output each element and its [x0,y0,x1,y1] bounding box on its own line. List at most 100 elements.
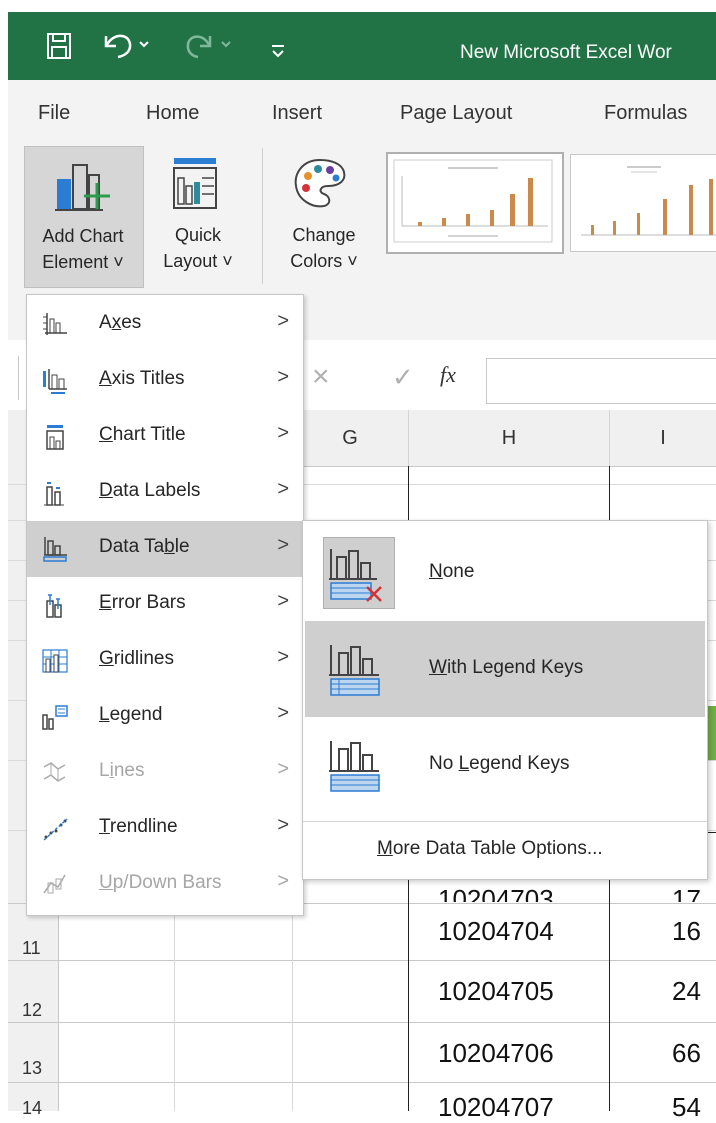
data-table-option-with-legend-keys[interactable]: With Legend Keys [305,621,705,717]
menu-item-error-bars[interactable]: Error Bars > [27,577,303,633]
change-colors-label-line1: Change [292,225,356,245]
name-box-edge [18,356,23,400]
save-icon[interactable] [46,32,72,68]
data-table-submenu: None With Legend Keys No Legend Keys Mor… [302,520,708,880]
menu-item-gridlines[interactable]: Gridlines > [27,633,303,689]
menu-item-axes[interactable]: Axes > [27,297,303,353]
menu-item-axis-titles[interactable]: Axis Titles > [27,353,303,409]
menu-item-trendline-label: Trendline [99,816,178,837]
data-table-icon [43,537,67,562]
cell-i13[interactable]: 66 [672,1038,701,1069]
menu-item-chart-title-label: Chart Title [99,424,186,445]
chevron-right-icon: > [277,478,289,500]
tab-file[interactable]: File [38,102,70,125]
add-chart-element-label-line2: Element ˅ [42,252,124,272]
menu-item-trendline[interactable]: Trendline > [27,801,303,857]
data-table-option-none-label: None [429,561,475,582]
menu-item-data-labels-label: Data Labels [99,480,201,501]
tab-insert[interactable]: Insert [272,102,322,125]
ribbon-divider [262,148,263,284]
row-header-13[interactable]: 13 [22,1058,42,1079]
tab-home[interactable]: Home [146,102,199,125]
document-title: New Microsoft Excel Wor [460,42,672,63]
insert-function-icon[interactable]: fx [440,362,456,388]
more-data-table-options[interactable]: More Data Table Options... [303,821,707,878]
data-labels-icon [44,482,64,506]
menu-item-lines-label: Lines [99,760,145,781]
menu-item-axis-titles-label: Axis Titles [99,368,185,389]
cell-i11[interactable]: 16 [672,916,701,947]
chevron-right-icon: > [277,758,289,780]
up-down-bars-icon [43,874,66,894]
menu-item-legend-label: Legend [99,704,163,725]
change-colors-button[interactable]: Change Colors ˅ [270,146,378,286]
gridlines-icon [42,649,68,673]
cell-h11[interactable]: 10204704 [438,916,554,947]
row-header-12[interactable]: 12 [22,1000,42,1021]
column-header-g[interactable]: G [292,410,409,467]
chart-style-2[interactable] [570,154,716,252]
chevron-right-icon: > [277,646,289,668]
chevron-right-icon: > [277,870,289,892]
menu-item-error-bars-label: Error Bars [99,592,186,613]
menu-item-lines: Lines > [27,745,303,801]
menu-item-data-table-label: Data Table [99,536,190,557]
add-chart-element-button[interactable]: Add Chart Element ˅ [24,146,144,288]
data-table-with-legend-keys-icon [329,645,380,696]
customize-quick-access-icon[interactable] [270,34,286,68]
chevron-right-icon: > [277,590,289,612]
more-data-table-options-label: More Data Table Options... [377,838,603,859]
add-chart-element-label-line1: Add Chart [42,226,124,246]
quick-layout-label-line2: Layout ˅ [163,251,233,271]
chevron-right-icon: > [277,422,289,444]
quick-layout-icon [173,158,217,209]
row-header-14[interactable]: 14 [22,1098,42,1119]
column-header-h[interactable]: H [409,410,610,467]
add-chart-element-icon [55,164,110,211]
menu-item-data-table[interactable]: Data Table > [27,521,303,577]
formula-input[interactable] [486,358,716,404]
redo-icon [184,28,236,68]
menu-item-data-labels[interactable]: Data Labels > [27,465,303,521]
palette-icon [294,158,346,208]
chevron-right-icon: > [277,534,289,556]
chevron-right-icon: > [277,366,289,388]
data-table-option-no-legend-keys[interactable]: No Legend Keys [305,717,705,813]
data-table-no-legend-keys-icon [329,741,380,792]
axis-titles-icon [43,369,67,394]
axes-icon [43,313,67,335]
data-table-option-none[interactable]: None [305,525,705,621]
grid-line [174,903,175,1111]
cell-i12[interactable]: 24 [672,976,701,1007]
quick-layout-label-line1: Quick [174,225,221,245]
menu-item-up-down-bars-label: Up/Down Bars [99,872,222,893]
cell-i14[interactable]: 54 [672,1092,701,1123]
undo-icon[interactable] [100,28,152,68]
chart-style-1[interactable] [386,152,564,254]
lines-icon [43,762,66,782]
legend-icon [42,705,68,730]
column-header-i[interactable]: I [610,410,716,467]
cell-h13[interactable]: 10204706 [438,1038,554,1069]
chevron-right-icon: > [277,702,289,724]
tab-page-layout[interactable]: Page Layout [400,102,512,125]
title-bar: New Microsoft Excel Wor [8,12,716,80]
data-table-option-with-legend-keys-label: With Legend Keys [429,657,584,678]
change-colors-label-line2: Colors ˅ [290,251,358,271]
enter-icon[interactable]: ✓ [392,362,414,393]
menu-item-chart-title[interactable]: Chart Title > [27,409,303,465]
trendline-icon [43,818,68,841]
chevron-right-icon: > [277,814,289,836]
grid-line [292,903,293,1111]
chart-style-2-preview [581,166,716,236]
data-table-option-no-legend-keys-label: No Legend Keys [429,753,570,774]
row-header-11[interactable]: 11 [22,938,41,959]
cell-h12[interactable]: 10204705 [438,976,554,1007]
cell-h14[interactable]: 10204707 [438,1092,554,1123]
menu-item-axes-label: Axes [99,312,142,333]
quick-layout-button[interactable]: Quick Layout ˅ [144,146,252,286]
menu-item-legend[interactable]: Legend > [27,689,303,745]
menu-tabs: File Home Insert Page Layout Formulas [8,80,716,140]
tab-formulas[interactable]: Formulas [604,102,687,125]
cancel-icon[interactable]: × [312,360,330,394]
